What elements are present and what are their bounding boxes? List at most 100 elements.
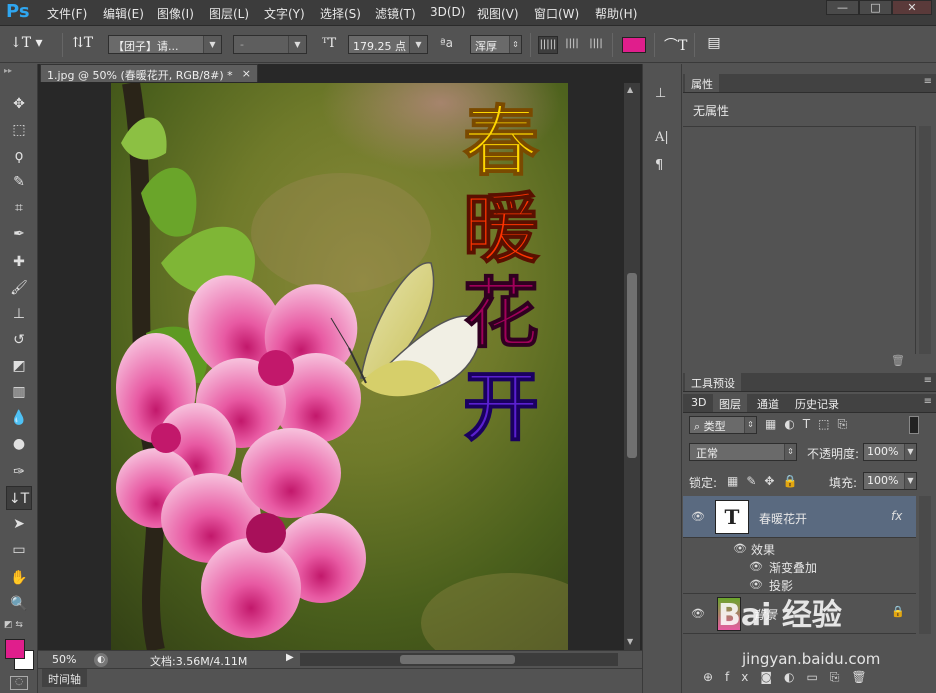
menu-layer[interactable]: 图层(L) — [209, 5, 249, 22]
menu-help[interactable]: 帮助(H) — [595, 5, 637, 22]
type-tool-preset-icon[interactable]: ↓T ▾ — [10, 35, 44, 55]
filter-kind-icons[interactable]: ▦◐T⬚⎘ — [765, 417, 855, 432]
effects-label[interactable]: 效果 — [751, 541, 775, 558]
quick-mask-icon[interactable]: ◌ — [10, 676, 28, 690]
menu-image[interactable]: 图像(I) — [157, 5, 194, 22]
effect-gradient-overlay[interactable]: 渐变叠加 — [769, 559, 817, 576]
visibility-eye-icon[interactable]: 👁 — [749, 561, 763, 572]
align-right-icon[interactable]: |||| — [586, 36, 606, 54]
horizontal-scroll-thumb[interactable] — [400, 655, 515, 664]
blur-tool-icon[interactable]: 💧 — [6, 406, 32, 430]
lock-label: 锁定: — [689, 476, 718, 490]
layers-bottom-icons[interactable]: ⊕fx◙◐▭⎘🗑 — [703, 670, 879, 685]
antialias-select[interactable]: 浑厚 ⇕ — [470, 35, 522, 54]
character-panel-icon[interactable]: ▤ — [704, 35, 724, 55]
document-tab[interactable]: 1.jpg @ 50% (春暖花开, RGB/8#) * × — [40, 64, 258, 82]
text-color-swatch[interactable] — [622, 37, 646, 53]
type-tool-icon[interactable]: ↓T — [6, 486, 32, 510]
document-tab-title: 1.jpg @ 50% (春暖花开, RGB/8#) * — [47, 69, 233, 82]
layer-row-text[interactable]: 👁 T 春暖花开 fx — [683, 496, 916, 538]
status-bar: 50% ◐ 文档:3.56M/4.11M ▶ — [38, 650, 642, 668]
maximize-button[interactable]: □ — [859, 0, 892, 15]
move-tool-icon[interactable]: ✥ — [6, 92, 32, 116]
align-left-icon[interactable]: ||||| — [538, 36, 558, 54]
foreground-color-swatch[interactable] — [5, 639, 25, 659]
menu-filter[interactable]: 滤镜(T) — [375, 5, 416, 22]
properties-tab[interactable]: 属性 — [685, 74, 719, 92]
vertical-scrollbar[interactable]: ▲ ▼ — [624, 83, 640, 650]
eraser-tool-icon[interactable]: ◩ — [6, 354, 32, 378]
menu-select[interactable]: 选择(S) — [320, 5, 361, 22]
menu-view[interactable]: 视图(V) — [477, 5, 519, 22]
tab-history[interactable]: 历史记录 — [789, 394, 845, 412]
layer-name[interactable]: 春暖花开 — [759, 510, 807, 527]
font-style-select[interactable]: - ▼ — [233, 35, 307, 54]
panel-menu-icon[interactable]: ≡ — [924, 375, 932, 386]
dodge-tool-icon[interactable]: ● — [6, 432, 32, 456]
visibility-eye-icon[interactable]: 👁 — [733, 543, 747, 554]
warp-text-icon[interactable]: ⌒T — [664, 35, 687, 55]
paragraph-icon[interactable]: ¶ — [655, 158, 673, 176]
gradient-tool-icon[interactable]: ▥ — [6, 380, 32, 404]
default-colors-icon[interactable]: ◩ ⇆ — [4, 620, 23, 630]
menu-3d[interactable]: 3D(D) — [430, 5, 465, 19]
properties-scrollbar[interactable] — [919, 126, 931, 354]
tab-layers[interactable]: 图层 — [713, 394, 747, 412]
path-select-tool-icon[interactable]: ➤ — [6, 512, 32, 536]
character-icon[interactable]: A| — [655, 130, 673, 148]
tab-3d[interactable]: 3D — [685, 394, 712, 412]
panel-menu-icon[interactable]: ≡ — [924, 76, 932, 87]
shape-tool-icon[interactable]: ▭ — [6, 538, 32, 562]
healing-brush-tool-icon[interactable]: ✚ — [6, 250, 32, 274]
document-canvas[interactable]: 春 暖 花 开 — [111, 83, 568, 650]
close-tab-icon[interactable]: × — [242, 67, 251, 80]
collapse-icon[interactable]: ▸▸ — [4, 66, 12, 75]
toggle-orientation-icon[interactable]: ⇅T — [72, 35, 93, 55]
font-size-value: 179.25 点 — [353, 40, 406, 53]
blend-mode-select[interactable]: 正常 ⇕ — [689, 443, 797, 461]
antialias-icon: ªa — [440, 36, 454, 50]
status-icon[interactable]: ◐ — [94, 653, 108, 667]
lasso-tool-icon[interactable]: ϙ — [6, 144, 32, 168]
status-menu-arrow-icon[interactable]: ▶ — [286, 652, 294, 663]
zoom-level[interactable]: 50% — [52, 653, 76, 666]
brush-tool-icon[interactable]: 🖌 — [6, 276, 32, 300]
scroll-up-icon[interactable]: ▲ — [627, 85, 633, 94]
fx-icon[interactable]: fx — [891, 509, 902, 523]
horizontal-scrollbar[interactable] — [300, 653, 618, 666]
marquee-tool-icon[interactable]: ⬚ — [6, 118, 32, 142]
menu-file[interactable]: 文件(F) — [47, 5, 87, 22]
close-button[interactable]: ✕ — [892, 0, 932, 15]
layer-filter-select[interactable]: ⌕ 类型 ⇕ — [689, 416, 757, 434]
font-family-select[interactable]: 【团子】请... ▼ — [108, 35, 222, 54]
fill-field[interactable]: 100% ▼ — [863, 472, 917, 490]
crop-tool-icon[interactable]: ⌗ — [6, 196, 32, 220]
hand-tool-icon[interactable]: ✋ — [6, 566, 32, 590]
visibility-eye-icon[interactable]: 👁 — [691, 511, 705, 522]
clone-stamp-tool-icon[interactable]: ⊥ — [6, 302, 32, 326]
menu-type[interactable]: 文字(Y) — [264, 5, 305, 22]
menu-window[interactable]: 窗口(W) — [534, 5, 579, 22]
timeline-tab[interactable]: 时间轴 — [42, 669, 87, 687]
panel-menu-icon[interactable]: ≡ — [924, 396, 932, 407]
visibility-eye-icon[interactable]: 👁 — [691, 608, 705, 619]
quick-select-tool-icon[interactable]: ✎ — [6, 170, 32, 194]
eyedropper-tool-icon[interactable]: ✒ — [6, 222, 32, 246]
visibility-eye-icon[interactable]: 👁 — [749, 579, 763, 590]
vertical-scroll-thumb[interactable] — [627, 273, 637, 458]
tool-presets-tab[interactable]: 工具预设 — [685, 373, 741, 391]
lock-icons[interactable]: ▦✎✥🔒 — [727, 474, 805, 488]
opacity-field[interactable]: 100% ▼ — [863, 443, 917, 461]
tab-channels[interactable]: 通道 — [751, 394, 785, 412]
menu-edit[interactable]: 编辑(E) — [103, 5, 144, 22]
trash-icon[interactable]: 🗑 — [891, 354, 905, 367]
history-brush-tool-icon[interactable]: ↺ — [6, 328, 32, 352]
scroll-down-icon[interactable]: ▼ — [627, 637, 633, 646]
align-center-icon[interactable]: |||| — [562, 36, 582, 54]
zoom-tool-icon[interactable]: 🔍 — [6, 592, 32, 616]
font-size-select[interactable]: 179.25 点 ▼ — [348, 35, 428, 54]
minimize-button[interactable]: — — [826, 0, 859, 15]
filter-toggle[interactable] — [909, 416, 919, 434]
pen-tool-icon[interactable]: ✑ — [6, 460, 32, 484]
tool-presets-icon[interactable]: ⊥ — [655, 86, 673, 104]
